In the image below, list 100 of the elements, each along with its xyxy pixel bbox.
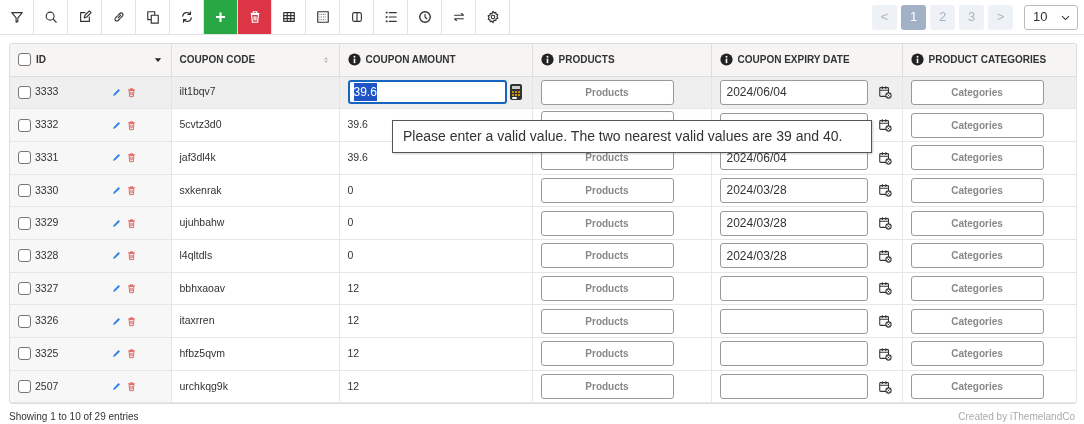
- id-text: 3328: [35, 247, 59, 263]
- pencil-icon[interactable]: [110, 152, 122, 164]
- trash-icon[interactable]: [125, 86, 137, 98]
- table-icon: [281, 10, 296, 24]
- date-input[interactable]: [719, 275, 868, 301]
- products-button[interactable]: Products: [540, 308, 674, 334]
- amount-text: 12: [347, 314, 360, 327]
- row-checkbox[interactable]: [18, 118, 31, 132]
- entries-info: Showing 1 to 10 of 29 entries: [9, 410, 139, 424]
- products-button[interactable]: Products: [540, 341, 674, 367]
- calendar-icon: [877, 150, 892, 165]
- products-button[interactable]: Products: [540, 79, 674, 105]
- products-button[interactable]: Products: [540, 210, 674, 236]
- date-input[interactable]: 2024/03/28: [719, 210, 868, 236]
- pencil-icon[interactable]: [110, 315, 122, 327]
- swap-icon: [451, 10, 466, 24]
- row-checkbox[interactable]: [18, 347, 31, 361]
- pencil-icon[interactable]: [110, 86, 122, 98]
- row-checkbox[interactable]: [18, 183, 31, 197]
- trash-icon[interactable]: [125, 381, 137, 393]
- id-text: 3325: [35, 345, 59, 361]
- column-header: PRODUCT CATEGORIES: [928, 53, 1047, 68]
- page-button[interactable]: 1: [901, 4, 926, 30]
- page-button[interactable]: 2: [930, 4, 955, 30]
- pencil-icon[interactable]: [110, 282, 122, 294]
- row-checkbox[interactable]: [18, 281, 31, 295]
- categories-button[interactable]: Categories: [910, 210, 1044, 236]
- date-input[interactable]: [719, 308, 868, 334]
- date-input[interactable]: 2024/03/28: [719, 243, 868, 269]
- row-checkbox[interactable]: [18, 216, 31, 230]
- row-checkbox[interactable]: [18, 314, 31, 328]
- products-button[interactable]: Products: [540, 177, 674, 203]
- per-page-select[interactable]: 10: [1024, 4, 1078, 30]
- page-button[interactable]: >: [988, 4, 1013, 30]
- categories-button[interactable]: Categories: [910, 145, 1044, 171]
- pencil-icon[interactable]: [110, 184, 122, 196]
- column-header: PRODUCTS: [558, 53, 615, 68]
- trash-icon[interactable]: [125, 119, 137, 131]
- categories-button[interactable]: Categories: [910, 177, 1044, 203]
- id-text: 3330: [35, 182, 59, 198]
- trash-icon[interactable]: [125, 184, 137, 196]
- calendar-icon: [877, 379, 892, 394]
- trash-icon[interactable]: [125, 348, 137, 360]
- trash-icon[interactable]: [125, 282, 137, 294]
- id-text: 3329: [35, 215, 59, 231]
- calendar-icon: [877, 346, 892, 361]
- categories-button[interactable]: Categories: [910, 374, 1044, 400]
- products-button[interactable]: Products: [540, 243, 674, 269]
- trash-icon[interactable]: [125, 152, 137, 164]
- amount-text: 0: [347, 248, 354, 261]
- products-button[interactable]: Products: [540, 374, 674, 400]
- trash-icon[interactable]: [125, 250, 137, 262]
- validation-tooltip: Please enter a valid value. The two nearest valid values are 39 and 40.: [392, 120, 872, 153]
- calendar-icon: [877, 85, 892, 100]
- date-input[interactable]: 2024/03/28: [719, 177, 868, 203]
- amount-text: 39.6: [347, 150, 368, 163]
- filter-icon: [9, 10, 24, 24]
- coupon-code: urchkqg9k: [179, 379, 228, 392]
- row-checkbox[interactable]: [18, 249, 31, 263]
- date-input[interactable]: [719, 374, 868, 400]
- pencil-icon[interactable]: [110, 348, 122, 360]
- row-checkbox[interactable]: [18, 151, 31, 165]
- products-button[interactable]: Products: [540, 275, 674, 301]
- coupon-code: ilt1bqv7: [179, 85, 216, 98]
- pencil-icon[interactable]: [110, 119, 122, 131]
- add-button[interactable]: +: [204, 0, 238, 34]
- dotted-grid-icon: [315, 10, 330, 24]
- calendar-icon: [877, 281, 892, 296]
- search-icon: [43, 10, 58, 24]
- trash-icon[interactable]: [125, 315, 137, 327]
- categories-button[interactable]: Categories: [910, 308, 1044, 334]
- pencil-icon[interactable]: [110, 217, 122, 229]
- pencil-icon[interactable]: [110, 250, 122, 262]
- coupon-code: hfbz5qvm: [179, 346, 226, 359]
- categories-button[interactable]: Categories: [910, 79, 1044, 105]
- categories-button[interactable]: Categories: [910, 275, 1044, 301]
- calendar-icon: [877, 248, 892, 263]
- amount-input[interactable]: 39.6: [347, 80, 507, 105]
- categories-button[interactable]: Categories: [910, 341, 1044, 367]
- page-button[interactable]: 3: [959, 4, 984, 30]
- pencil-icon[interactable]: [110, 381, 122, 393]
- trash-icon[interactable]: [125, 217, 137, 229]
- calendar-icon: [877, 216, 892, 231]
- select-all-checkbox[interactable]: [18, 53, 31, 67]
- page-button[interactable]: <: [872, 4, 897, 30]
- categories-button[interactable]: Categories: [910, 112, 1044, 138]
- amount-text: 12: [347, 379, 360, 392]
- delete-button[interactable]: [238, 0, 272, 34]
- selected-row[interactable]: 3333 ilt1bqv7 39.6 Products 2024/06/04 Categories: [10, 76, 1076, 109]
- row-checkbox[interactable]: [18, 85, 31, 99]
- row-checkbox[interactable]: [18, 380, 31, 394]
- amount-text: 12: [347, 346, 360, 359]
- id-text: 3326: [35, 313, 59, 329]
- date-input[interactable]: [719, 341, 868, 367]
- date-input[interactable]: 2024/06/04: [719, 79, 868, 105]
- copy-icon: [145, 10, 160, 24]
- column-header: COUPON CODE: [179, 53, 256, 68]
- coupon-code: 5cvtz3d0: [179, 118, 222, 131]
- categories-button[interactable]: Categories: [910, 243, 1044, 269]
- coupon-code: itaxrren: [179, 314, 215, 327]
